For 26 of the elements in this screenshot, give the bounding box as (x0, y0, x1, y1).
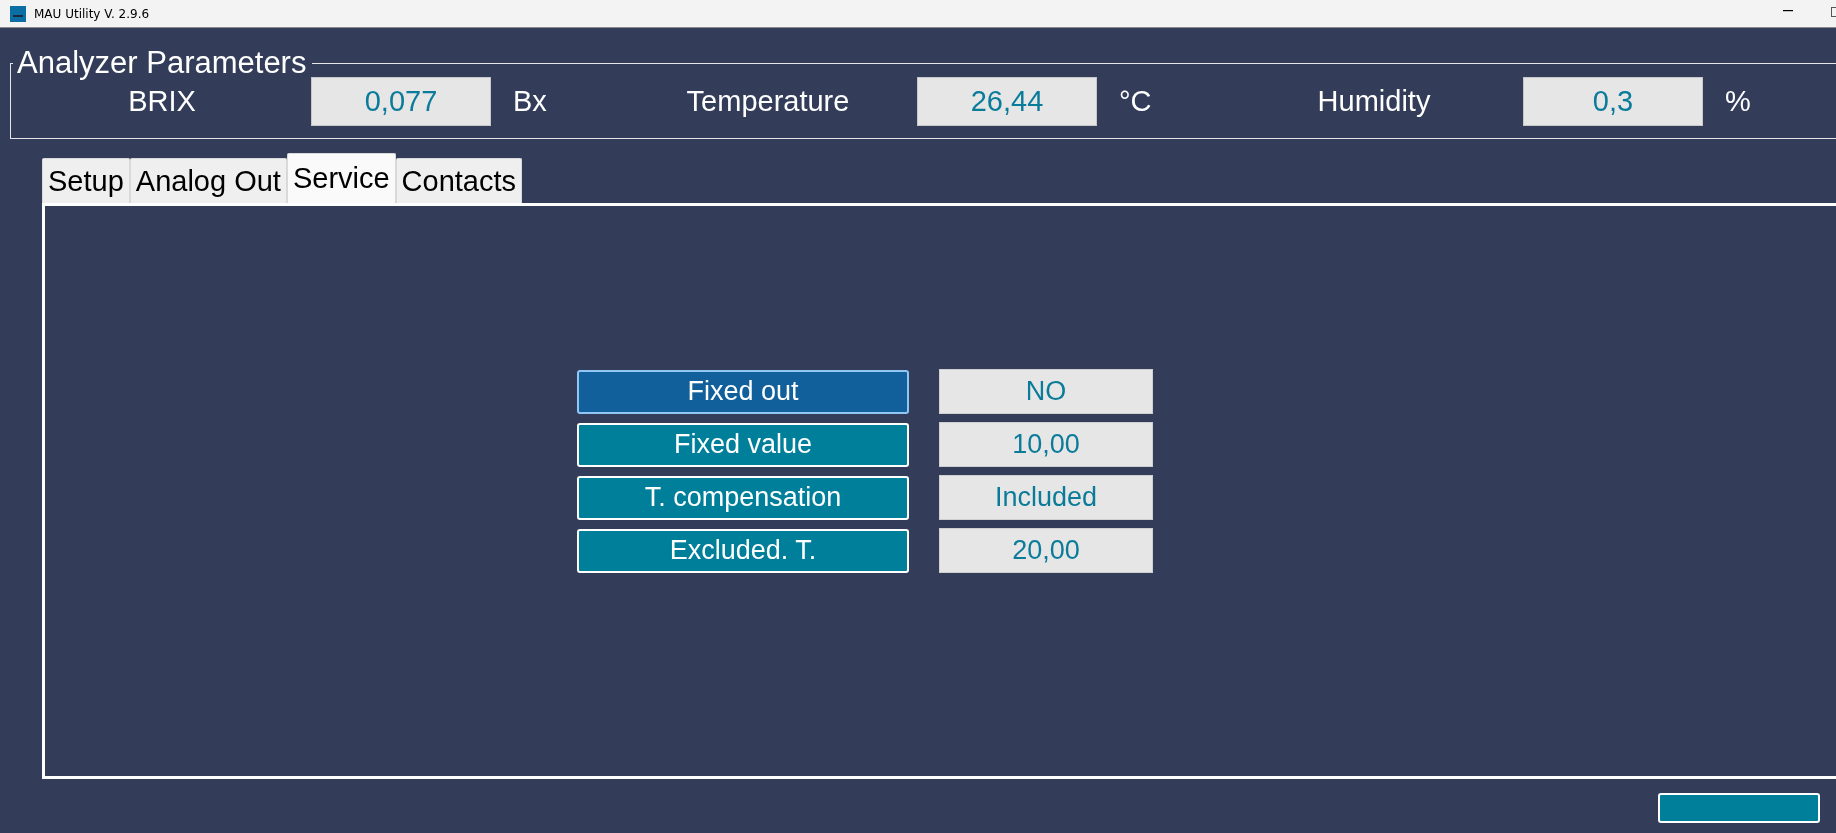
setting-button[interactable]: Fixed out (577, 369, 909, 414)
tab[interactable]: Analog Out (129, 158, 287, 203)
tab[interactable]: Contacts (395, 158, 523, 203)
minimize-icon[interactable] (1783, 10, 1793, 12)
measure-value-field: 0,3 (1523, 77, 1703, 126)
window-title: MAU Utility V. 2.9.6 (34, 6, 150, 21)
partial-button[interactable] (1658, 793, 1820, 823)
setting-value-field: 10,00 (939, 422, 1153, 467)
setting-value-field: NO (939, 369, 1153, 414)
measure-label: Temperature (686, 85, 850, 118)
tab[interactable]: Service (286, 153, 396, 203)
measure-value-field: 26,44 (917, 77, 1097, 126)
measure-label: Humidity (1317, 85, 1431, 118)
setting-button[interactable]: T. compensation (577, 475, 909, 520)
tab[interactable]: Setup (42, 158, 130, 203)
setting-value-field: Included (939, 475, 1153, 520)
measure-unit: Bx (512, 85, 547, 118)
setting-button[interactable]: Excluded. T. (577, 528, 909, 573)
group-title: Analyzer Parameters (16, 45, 308, 81)
measure-unit: °C (1118, 85, 1152, 118)
setting-button[interactable]: Fixed value (577, 422, 909, 467)
measure-value-field: 0,077 (311, 77, 491, 126)
measure-label: BRIX (128, 85, 196, 118)
app-icon (10, 5, 26, 22)
measure-unit: % (1724, 85, 1751, 118)
setting-value-field: 20,00 (939, 528, 1153, 573)
